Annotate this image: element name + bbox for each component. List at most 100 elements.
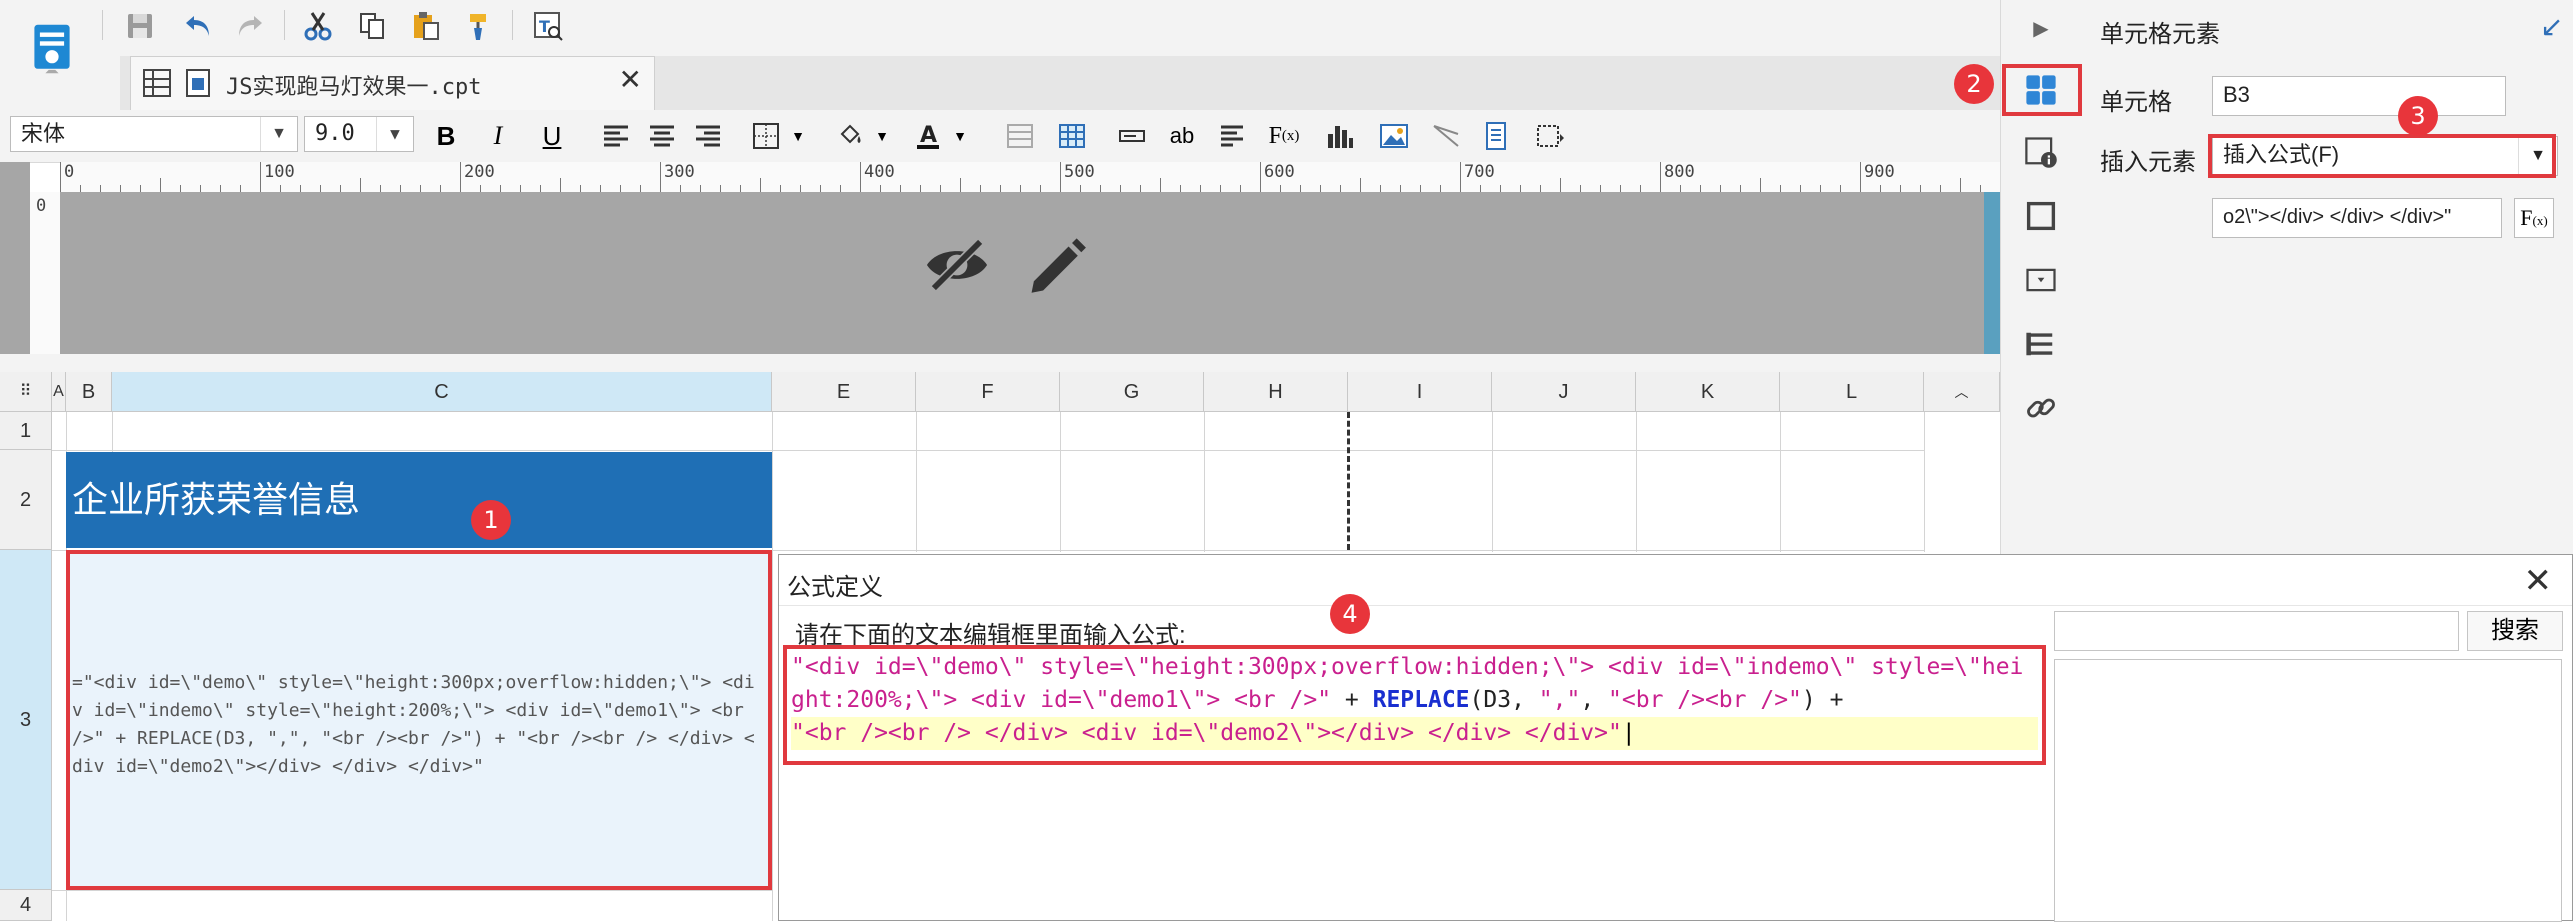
formula-preview-input[interactable]: o2\"></div> </div> </div>" <box>2212 198 2502 238</box>
column-header-l[interactable]: L <box>1780 372 1924 412</box>
grid-separator <box>0 354 2000 372</box>
column-header-a[interactable]: A <box>52 372 66 412</box>
chevron-down-icon[interactable]: ▼ <box>260 117 297 151</box>
header-scroll-band <box>1984 192 2000 354</box>
chevron-down-icon[interactable]: ▼ <box>376 117 413 151</box>
copy-icon[interactable] <box>352 6 392 46</box>
dialog-title: 公式定义 <box>787 574 883 601</box>
ruler-margin <box>0 162 30 354</box>
column-header-e[interactable]: E <box>772 372 916 412</box>
bold-icon[interactable]: B <box>426 116 466 156</box>
widget-icon[interactable] <box>2019 258 2063 302</box>
fill-color-icon[interactable] <box>830 116 870 156</box>
align-left-icon[interactable] <box>596 116 636 156</box>
chevron-down-icon[interactable]: ▼ <box>872 116 892 156</box>
function-list[interactable] <box>2054 659 2562 922</box>
cell-attribute-icon[interactable] <box>2019 130 2063 174</box>
formula-editor[interactable]: "<div id=\"demo\" style=\"height:300px;o… <box>783 645 2046 765</box>
align-center-icon[interactable] <box>642 116 682 156</box>
paste-icon[interactable] <box>406 6 446 46</box>
column-header-k[interactable]: K <box>1636 372 1780 412</box>
italic-icon[interactable]: I <box>478 116 518 156</box>
row-header-1[interactable]: 1 <box>0 412 52 450</box>
highlight-box <box>2002 64 2082 116</box>
undo-icon[interactable] <box>178 6 218 46</box>
font-color-icon[interactable]: A <box>908 116 948 156</box>
cell-name-input[interactable]: B3 <box>2212 76 2506 116</box>
sub-report-icon[interactable] <box>1476 116 1516 156</box>
scroll-up-icon[interactable]: ︿ <box>1924 372 2000 412</box>
text-search-icon[interactable]: T <box>528 6 568 46</box>
column-header-h[interactable]: H <box>1204 372 1348 412</box>
pencil-icon[interactable] <box>1020 228 1094 302</box>
column-header-f[interactable]: F <box>916 372 1060 412</box>
column-header-i[interactable]: I <box>1348 372 1492 412</box>
label-ab-icon[interactable]: ab <box>1162 116 1202 156</box>
grid-line <box>112 412 113 452</box>
font-family-select[interactable]: 宋体 ▼ <box>10 116 298 152</box>
grid-line <box>1780 412 1781 552</box>
font-size-select[interactable]: 9.0 ▼ <box>304 116 414 152</box>
eye-slash-icon[interactable] <box>920 228 994 302</box>
format-painter-icon[interactable] <box>460 6 500 46</box>
title-cell[interactable]: 企业所获荣誉信息 <box>66 452 772 548</box>
merge-cells-icon[interactable] <box>1000 116 1040 156</box>
app-logo-icon[interactable] <box>22 14 82 84</box>
formula-icon[interactable]: F (x) <box>1264 116 1304 156</box>
search-button[interactable]: 搜索 <box>2467 611 2563 651</box>
row-header-2[interactable]: 2 <box>0 450 52 550</box>
condition-icon[interactable] <box>2019 322 2063 366</box>
function-search-input[interactable] <box>2054 611 2459 651</box>
grid-line <box>1060 412 1061 552</box>
row-header-3[interactable]: 3 <box>0 550 52 890</box>
font-family-value: 宋体 <box>21 121 66 146</box>
cell-label: 单元格 <box>2100 89 2172 116</box>
border-style-icon[interactable] <box>2019 194 2063 238</box>
grid-line <box>1924 412 1925 552</box>
column-header-j[interactable]: J <box>1492 372 1636 412</box>
slash-line-icon[interactable] <box>1426 116 1466 156</box>
float-element-icon[interactable] <box>1530 116 1570 156</box>
annotation-badge: 2 <box>1954 64 1994 104</box>
toolbar-divider <box>512 10 513 40</box>
grid-line <box>1204 412 1205 552</box>
text-field-icon[interactable] <box>1112 116 1152 156</box>
ruler-ticks <box>60 162 1981 192</box>
underline-icon[interactable]: U <box>532 116 572 156</box>
column-header-c[interactable]: C <box>112 372 772 412</box>
chart-icon[interactable] <box>1320 116 1360 156</box>
image-icon[interactable] <box>1374 116 1414 156</box>
select-all-corner[interactable]: ⠿ <box>0 372 52 412</box>
rich-text-icon[interactable] <box>1212 116 1252 156</box>
hyperlink-icon[interactable] <box>2019 386 2063 430</box>
align-right-icon[interactable] <box>688 116 728 156</box>
chevron-down-icon[interactable]: ▼ <box>788 116 808 156</box>
page-header-area <box>60 192 2000 354</box>
cut-icon[interactable] <box>298 6 338 46</box>
toolbar-divider <box>284 10 285 40</box>
save-icon[interactable] <box>120 6 160 46</box>
format-toolbar: 宋体 ▼ 9.0 ▼ B I U ▼ ▼ A ▼ ab F (x) <box>0 110 2000 163</box>
chevron-down-icon[interactable]: ▼ <box>950 116 970 156</box>
close-tab-icon[interactable]: ✕ <box>619 63 642 96</box>
row-header-4[interactable]: 4 <box>0 890 52 921</box>
annotation-badge: 4 <box>1330 594 1370 634</box>
grid-line <box>1492 412 1493 552</box>
expand-arrow-icon[interactable]: ↙ <box>2540 10 2563 43</box>
formula-token: ) + <box>1801 687 1844 713</box>
file-tab[interactable]: JS实现跑马灯效果一.cpt ✕ <box>130 56 655 110</box>
grid-line <box>52 890 772 891</box>
cell-b3[interactable]: ="<div id=\"demo\" style=\"height:300px;… <box>66 550 772 890</box>
formula-token: , <box>1580 687 1609 713</box>
column-header-b[interactable]: B <box>66 372 112 412</box>
table-icon[interactable] <box>1052 116 1092 156</box>
formula-editor-button[interactable]: F(x) <box>2514 198 2554 238</box>
border-icon[interactable] <box>746 116 786 156</box>
redo-icon[interactable] <box>230 6 270 46</box>
grid-layout-icon[interactable] <box>141 67 173 99</box>
insert-element-label: 插入元素 <box>2100 149 2196 176</box>
cell-element-panel: 单元格元素 ↙ 单元格 B3 插入元素 插入公式(F) ▼ o2\"></div… <box>2080 0 2573 560</box>
column-header-g[interactable]: G <box>1060 372 1204 412</box>
close-icon[interactable]: ✕ <box>2524 561 2553 601</box>
collapse-arrow-icon[interactable]: ▶ <box>2019 6 2063 50</box>
